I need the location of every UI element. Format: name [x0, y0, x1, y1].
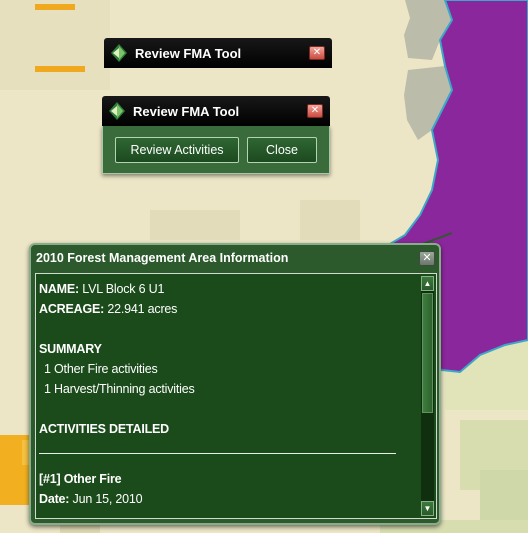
review-fma-tool-window-back: Review FMA Tool ✕	[104, 38, 332, 68]
acreage-label: ACREAGE:	[39, 302, 105, 316]
activity-title: [#1] Other Fire	[39, 472, 122, 486]
tool-window-title: Review FMA Tool	[133, 103, 240, 119]
popup-text: NAME: LVL Block 6 U1 ACREAGE: 22.941 acr…	[39, 279, 419, 509]
summary-heading: SUMMARY	[39, 342, 102, 356]
name-value: LVL Block 6 U1	[82, 282, 165, 296]
divider	[39, 453, 396, 454]
name-label: NAME:	[39, 282, 79, 296]
acreage-row: ACREAGE: 22.941 acres	[39, 299, 419, 319]
orange-parcel	[35, 66, 85, 72]
landcover-patch	[0, 0, 110, 90]
tool-window-title: Review FMA Tool	[135, 45, 242, 61]
scroll-thumb[interactable]	[422, 293, 433, 413]
summary-item: 1 Harvest/Thinning activities	[44, 382, 195, 396]
tool-window-titlebar[interactable]: Review FMA Tool ✕	[104, 38, 332, 68]
vertical-scrollbar[interactable]: ▲ ▼	[421, 276, 434, 516]
close-icon[interactable]: ✕	[419, 250, 435, 266]
scroll-up-icon[interactable]: ▲	[421, 276, 434, 291]
popup-header[interactable]: 2010 Forest Management Area Information …	[31, 245, 439, 271]
review-activities-button[interactable]: Review Activities	[115, 136, 239, 163]
landcover-patch	[150, 210, 240, 240]
tool-window-titlebar[interactable]: Review FMA Tool ✕	[102, 96, 330, 126]
review-fma-tool-window: Review FMA Tool ✕ Review Activities Clos…	[102, 96, 330, 174]
landcover-patch	[300, 200, 360, 240]
name-row: NAME: LVL Block 6 U1	[39, 279, 419, 299]
popup-title: 2010 Forest Management Area Information	[36, 251, 289, 265]
close-icon[interactable]: ✕	[307, 104, 323, 118]
fma-logo-icon	[109, 102, 125, 120]
date-label: Date:	[39, 492, 70, 506]
close-icon[interactable]: ✕	[309, 46, 325, 60]
summary-item: 1 Other Fire activities	[44, 362, 158, 376]
orange-parcel	[35, 4, 75, 10]
fma-logo-icon	[111, 44, 127, 62]
scroll-down-icon[interactable]: ▼	[421, 501, 434, 516]
popup-content-area[interactable]: NAME: LVL Block 6 U1 ACREAGE: 22.941 acr…	[35, 273, 437, 519]
acreage-value: 22.941 acres	[107, 302, 178, 316]
tool-window-body: Review Activities Close	[102, 126, 330, 174]
close-button[interactable]: Close	[247, 136, 317, 163]
date-row: Date: Jun 15, 2010	[39, 489, 419, 509]
fma-info-popup: 2010 Forest Management Area Information …	[29, 243, 441, 525]
date-value: Jun 15, 2010	[72, 492, 143, 506]
activities-heading: ACTIVITIES DETAILED	[39, 422, 170, 436]
